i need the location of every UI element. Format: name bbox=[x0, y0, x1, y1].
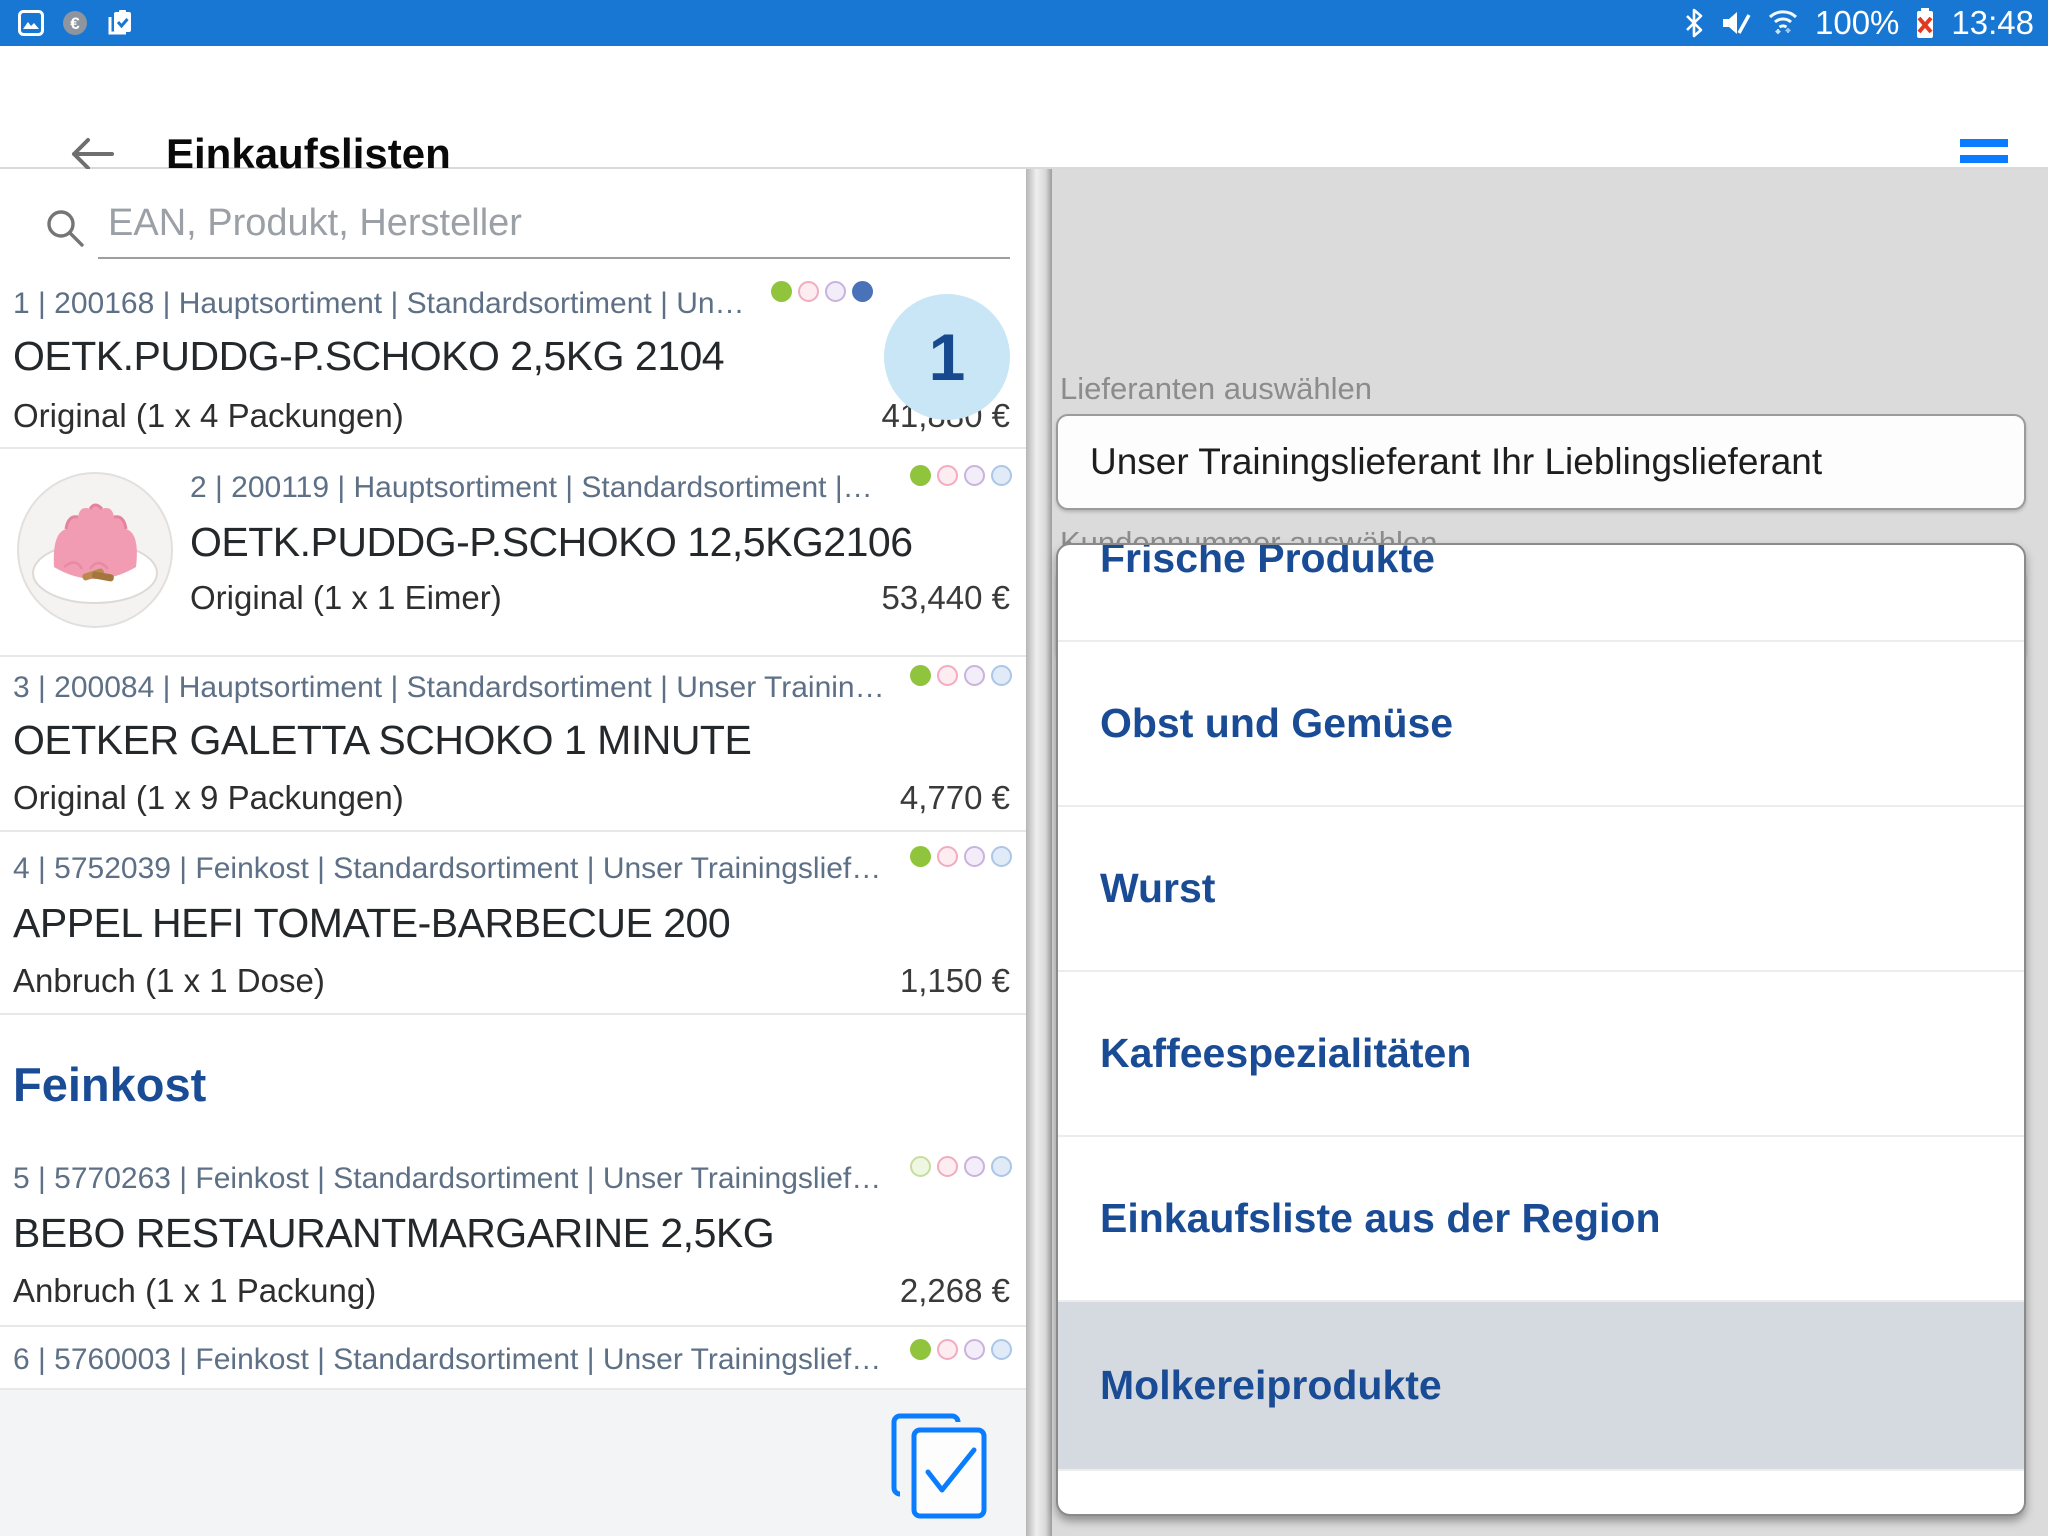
product-title: BEBO RESTAURANTMARGARINE 2,5KG bbox=[13, 1210, 774, 1257]
product-price: 4,770 € bbox=[900, 779, 1010, 817]
product-meta: 5 | 5770263 | Feinkost | Standardsortime… bbox=[13, 1162, 881, 1196]
svg-text:€: € bbox=[70, 14, 80, 33]
assortment-dot bbox=[964, 1156, 985, 1177]
product-price: 2,268 € bbox=[900, 1272, 1010, 1310]
list-item-stub bbox=[1058, 1471, 2024, 1511]
assortment-dot bbox=[964, 665, 985, 686]
product-variant: Anbruch (1 x 1 Dose) bbox=[13, 962, 325, 1000]
assortment-dot bbox=[991, 665, 1012, 686]
assortment-dot bbox=[771, 281, 792, 302]
assortment-dot bbox=[937, 1156, 958, 1177]
product-meta: 1 | 200168 | Hauptsortiment | Standardso… bbox=[13, 287, 745, 321]
assortment-dot bbox=[937, 465, 958, 486]
assortment-dot bbox=[798, 281, 819, 302]
assortment-dot bbox=[937, 665, 958, 686]
gallery-icon bbox=[18, 10, 44, 36]
assortment-dot bbox=[910, 1156, 931, 1177]
quantity-badge[interactable]: 1 bbox=[884, 294, 1010, 420]
back-button[interactable] bbox=[66, 134, 118, 174]
assortment-dots bbox=[765, 281, 873, 302]
product-meta: 2 | 200119 | Hauptsortiment | Standardso… bbox=[190, 471, 873, 505]
product-row-4[interactable]: 4 | 5752039 | Feinkost | Standardsortime… bbox=[0, 832, 1026, 1015]
list-footer bbox=[0, 1390, 1026, 1536]
assortment-dot bbox=[991, 846, 1012, 867]
product-list-panel: 1 | 200168 | Hauptsortiment | Standardso… bbox=[0, 169, 1026, 1536]
status-notification-icons: € bbox=[18, 9, 134, 37]
wifi-icon bbox=[1765, 7, 1801, 39]
supplier-select-value: Unser Trainingslieferant Ihr Lieblingsli… bbox=[1090, 441, 1822, 483]
multiselect-checklist-icon[interactable] bbox=[880, 1406, 996, 1522]
list-item-molkereiprodukte[interactable]: Molkereiprodukte bbox=[1058, 1302, 2024, 1471]
shopping-list-panel: Frische Produkte Obst und Gemüse Wurst K… bbox=[1056, 543, 2026, 1516]
product-meta: 4 | 5752039 | Feinkost | Standardsortime… bbox=[13, 852, 881, 886]
list-item-wurst[interactable]: Wurst bbox=[1058, 807, 2024, 972]
product-meta: 6 | 5760003 | Feinkost | Standardsortime… bbox=[13, 1343, 881, 1377]
assortment-dot bbox=[991, 1339, 1012, 1360]
product-price: 53,440 € bbox=[882, 579, 1010, 617]
assortment-dot bbox=[910, 465, 931, 486]
list-item-obst-und-gemuese[interactable]: Obst und Gemüse bbox=[1058, 642, 2024, 807]
product-title: OETKER GALETTA SCHOKO 1 MINUTE bbox=[13, 717, 751, 764]
selection-drawer: Lieferanten auswählen Unser Trainingslie… bbox=[1026, 169, 2048, 1536]
clock: 13:48 bbox=[1951, 4, 2034, 42]
product-variant: Original (1 x 9 Packungen) bbox=[13, 779, 404, 817]
assortment-dot bbox=[910, 846, 931, 867]
product-variant: Original (1 x 1 Eimer) bbox=[190, 579, 502, 617]
section-header: Feinkost bbox=[13, 1057, 206, 1112]
assortment-dots bbox=[904, 1339, 1012, 1360]
clipboard-check-icon bbox=[106, 9, 134, 37]
search-icon bbox=[44, 207, 86, 249]
assortment-dots bbox=[904, 846, 1012, 867]
product-meta: 3 | 200084 | Hauptsortiment | Standardso… bbox=[13, 671, 885, 705]
product-variant: Anbruch (1 x 1 Packung) bbox=[13, 1272, 376, 1310]
euro-notification-icon: € bbox=[62, 10, 88, 36]
assortment-dot bbox=[852, 281, 873, 302]
search-input[interactable] bbox=[106, 201, 990, 246]
product-row-6[interactable]: 6 | 5760003 | Feinkost | Standardsortime… bbox=[0, 1327, 1026, 1390]
status-bar: € 100% bbox=[0, 0, 2048, 46]
assortment-dots bbox=[904, 665, 1012, 686]
assortment-dot bbox=[937, 846, 958, 867]
product-variant: Original (1 x 4 Packungen) bbox=[13, 397, 404, 435]
assortment-dots bbox=[904, 465, 1012, 486]
assortment-dot bbox=[910, 1339, 931, 1360]
assortment-dot bbox=[991, 1156, 1012, 1177]
list-item-einkaufsliste-aus-der-region[interactable]: Einkaufsliste aus der Region bbox=[1058, 1137, 2024, 1302]
supplier-select-label: Lieferanten auswählen bbox=[1060, 371, 1372, 407]
product-title: APPEL HEFI TOMATE-BARBECUE 200 bbox=[13, 900, 730, 947]
product-title: OETK.PUDDG-P.SCHOKO 2,5KG 2104 bbox=[13, 333, 724, 380]
app-screen: € 100% bbox=[0, 0, 2048, 1536]
bluetooth-icon bbox=[1683, 8, 1705, 38]
search-row bbox=[0, 169, 1026, 269]
product-row-3[interactable]: 3 | 200084 | Hauptsortiment | Standardso… bbox=[0, 657, 1026, 832]
product-image bbox=[16, 471, 174, 629]
supplier-select[interactable]: Unser Trainingslieferant Ihr Lieblingsli… bbox=[1056, 414, 2026, 510]
hamburger-bar bbox=[1960, 155, 2008, 163]
product-title: OETK.PUDDG-P.SCHOKO 12,5KG2106 bbox=[190, 519, 913, 566]
app-header: Einkaufslisten bbox=[0, 46, 2048, 169]
assortment-dot bbox=[910, 665, 931, 686]
hamburger-bar bbox=[1960, 139, 2008, 147]
battery-error-icon bbox=[1913, 6, 1937, 40]
product-row-2[interactable]: 2 | 200119 | Hauptsortiment | Standardso… bbox=[0, 449, 1026, 657]
drawer-edge-handle[interactable] bbox=[1026, 169, 1052, 1536]
sound-muted-icon bbox=[1719, 8, 1751, 38]
product-price: 1,150 € bbox=[900, 962, 1010, 1000]
assortment-dots bbox=[904, 1156, 1012, 1177]
assortment-dot bbox=[964, 465, 985, 486]
product-row-1[interactable]: 1 | 200168 | Hauptsortiment | Standardso… bbox=[0, 269, 1026, 449]
assortment-dot bbox=[937, 1339, 958, 1360]
assortment-dot bbox=[964, 1339, 985, 1360]
search-underline bbox=[98, 257, 1010, 259]
product-row-5[interactable]: 5 | 5770263 | Feinkost | Standardsortime… bbox=[0, 1144, 1026, 1327]
list-item-kaffeespezialitaeten[interactable]: Kaffeespezialitäten bbox=[1058, 972, 2024, 1137]
assortment-dot bbox=[991, 465, 1012, 486]
assortment-dot bbox=[825, 281, 846, 302]
battery-percent: 100% bbox=[1815, 4, 1899, 42]
assortment-dot bbox=[964, 846, 985, 867]
list-item-frische-produkte[interactable]: Frische Produkte bbox=[1058, 543, 2024, 642]
